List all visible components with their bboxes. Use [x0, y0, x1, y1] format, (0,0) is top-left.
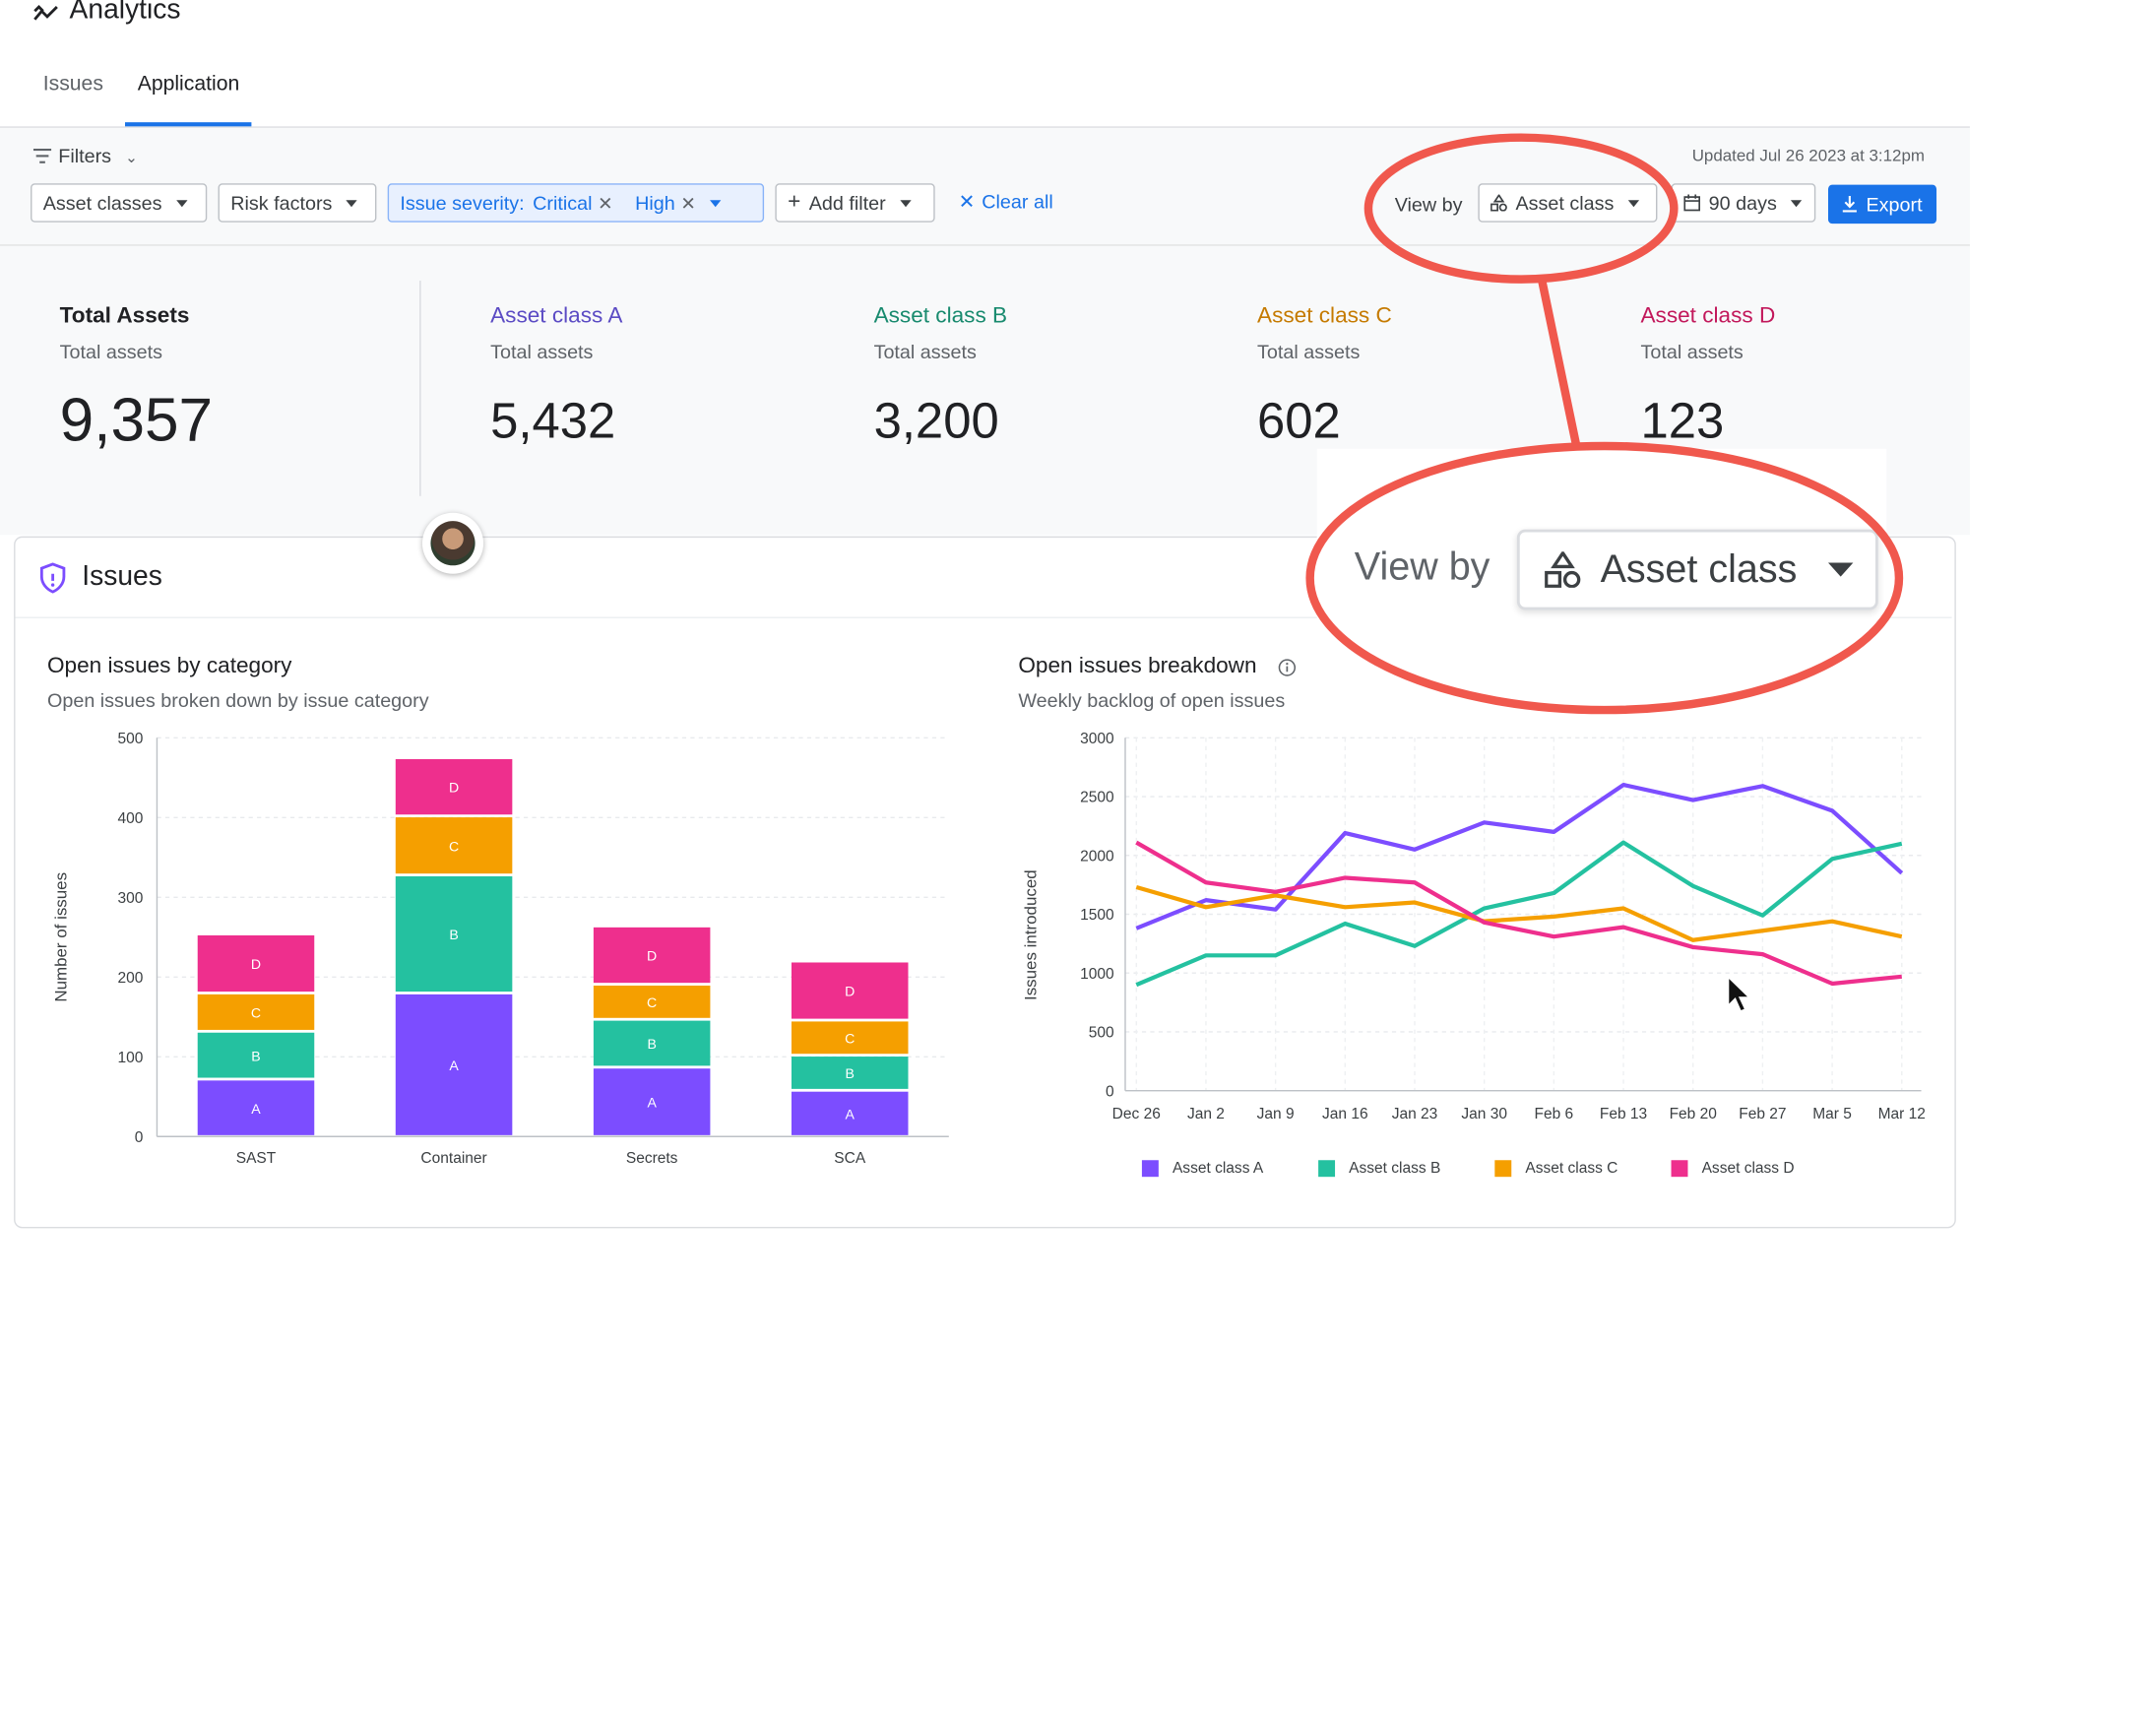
legend-label: Asset class A [1172, 1160, 1264, 1178]
line-x-tick-label: Mar 12 [1878, 1106, 1926, 1122]
line-x-tick-label: Jan 16 [1322, 1106, 1368, 1122]
line-series-asset-class-a [1135, 782, 1904, 930]
legend-item-asset-class-d[interactable]: Asset class D [1671, 1160, 1795, 1178]
line-x-tick-label: Feb 20 [1670, 1106, 1718, 1122]
legend-label: Asset class C [1525, 1160, 1618, 1178]
line-y-tick-label: 0 [1106, 1083, 1114, 1100]
avatar[interactable] [421, 512, 484, 574]
line-x-tick-label: Jan 2 [1187, 1106, 1225, 1122]
legend-swatch [1141, 1160, 1159, 1178]
mouse-cursor-icon [1727, 975, 1752, 1013]
line-y-tick-label: 1500 [1080, 907, 1114, 924]
line-y-tick-label: 2000 [1080, 848, 1114, 865]
legend-swatch [1671, 1160, 1688, 1178]
line-series-asset-class-d [1135, 840, 1902, 987]
line-y-tick-label: 2500 [1080, 790, 1114, 806]
line-x-tick-label: Feb 6 [1535, 1106, 1574, 1122]
line-y-tick-label: 1000 [1080, 966, 1114, 983]
legend-item-asset-class-c[interactable]: Asset class C [1494, 1160, 1618, 1178]
avatar-photo [430, 521, 476, 566]
line-y-tick-label: 3000 [1080, 731, 1114, 747]
zoom-view-by-label: View by [1354, 545, 1490, 588]
caret-down-icon [1827, 562, 1853, 577]
line-x-tick-label: Jan 30 [1461, 1106, 1507, 1122]
legend-item-asset-class-a[interactable]: Asset class A [1141, 1160, 1264, 1178]
line-x-tick-label: Jan 23 [1392, 1106, 1438, 1122]
legend-item-asset-class-b[interactable]: Asset class B [1318, 1160, 1441, 1178]
line-x-tick-label: Feb 27 [1739, 1106, 1786, 1122]
shapes-icon [1545, 551, 1581, 588]
line-x-tick-label: Feb 13 [1600, 1106, 1647, 1122]
legend-swatch [1494, 1160, 1512, 1178]
zoom-view-by-value: Asset class [1600, 546, 1798, 591]
line-y-axis-label: Issues introduced [1022, 869, 1041, 1000]
line-x-tick-label: Dec 26 [1112, 1106, 1161, 1122]
line-x-tick-label: Mar 5 [1812, 1106, 1852, 1122]
zoom-view-by-dropdown[interactable]: Asset class [1516, 529, 1878, 610]
legend-label: Asset class B [1349, 1160, 1441, 1178]
legend-swatch [1318, 1160, 1336, 1178]
line-x-tick-label: Jan 9 [1257, 1106, 1295, 1122]
line-y-tick-label: 500 [1089, 1025, 1114, 1042]
legend-label: Asset class D [1701, 1160, 1795, 1178]
